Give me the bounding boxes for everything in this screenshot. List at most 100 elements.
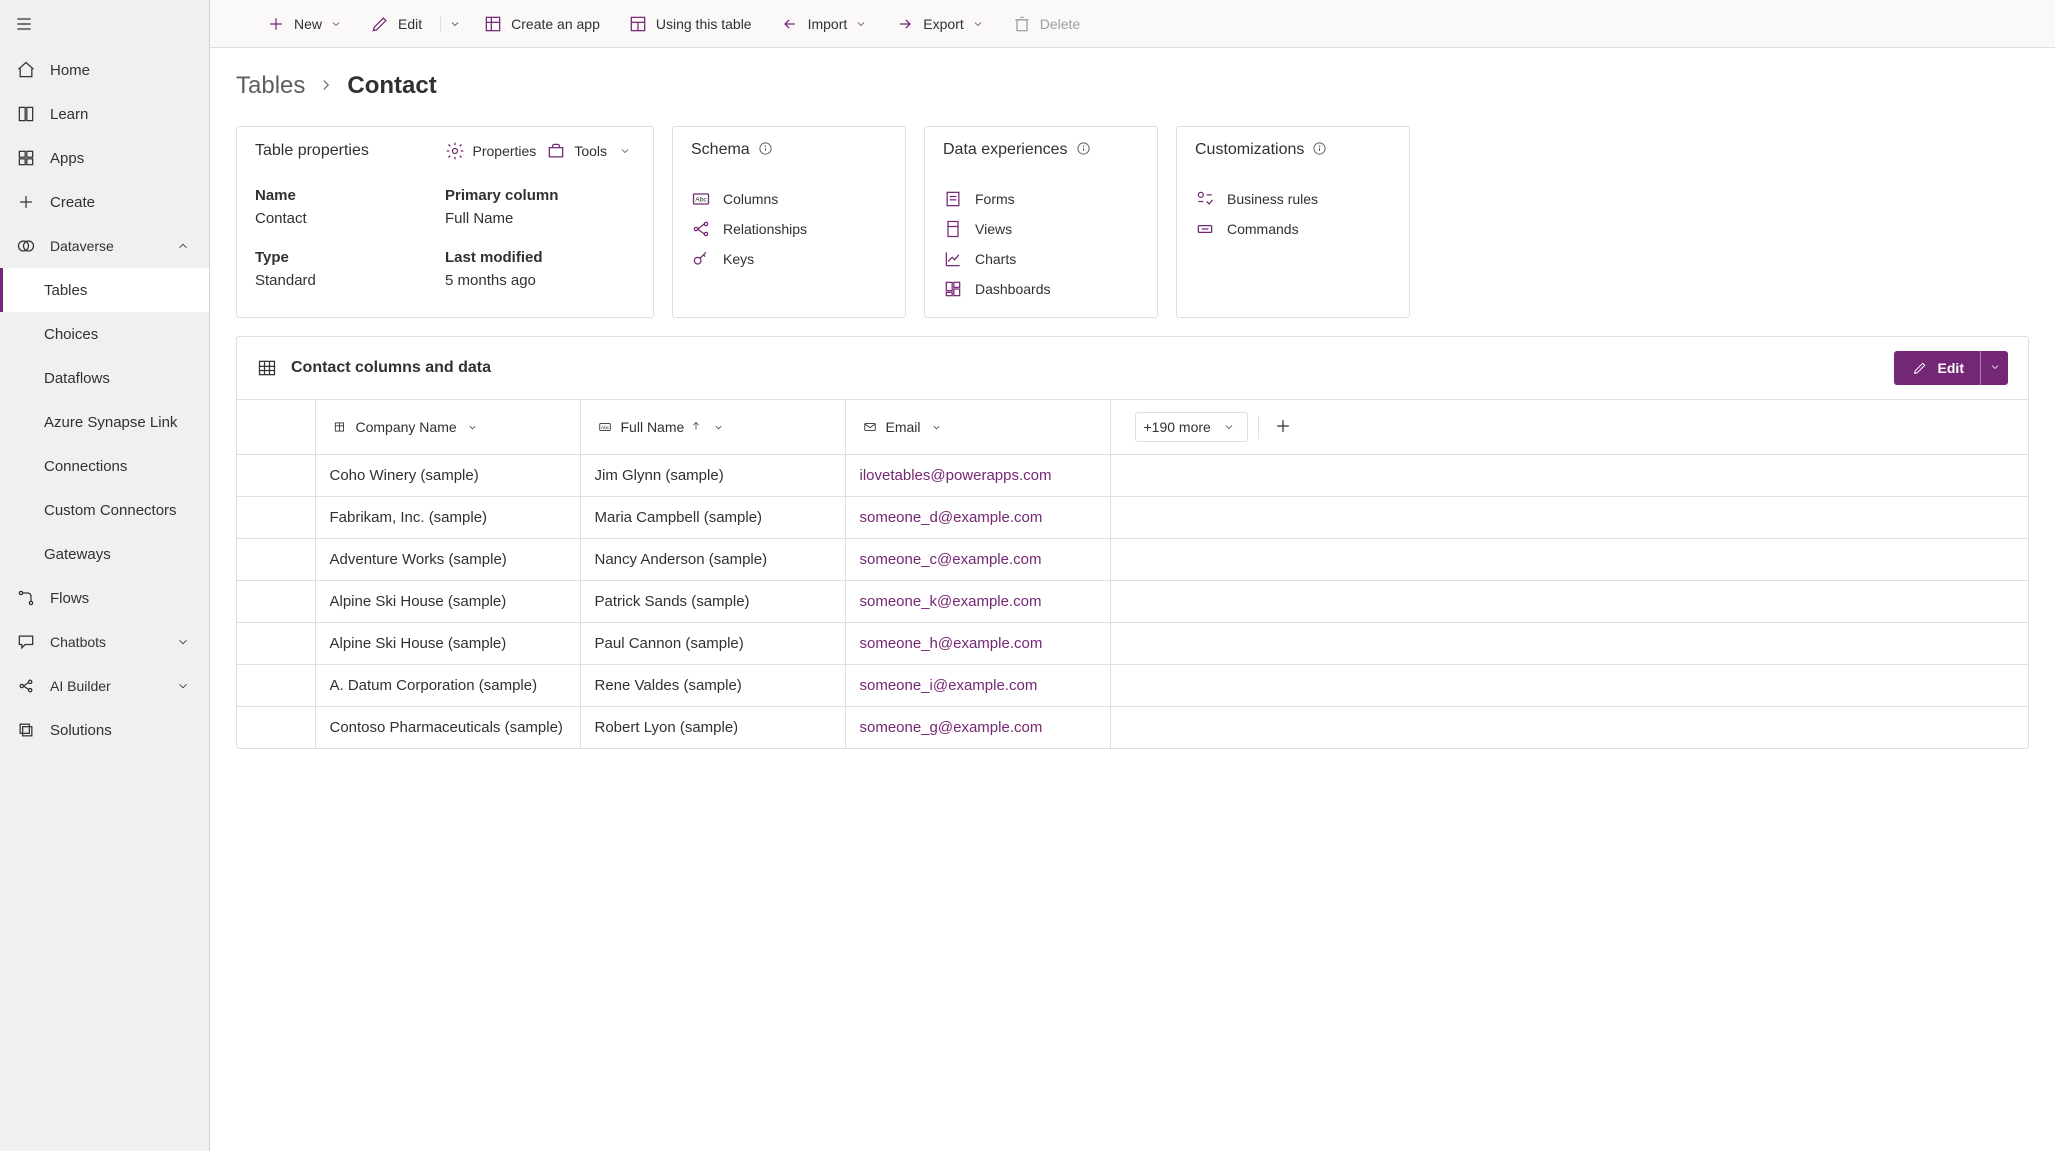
abc-icon — [595, 417, 615, 437]
cell-company[interactable]: Contoso Pharmaceuticals (sample) — [315, 707, 580, 749]
row-selector[interactable] — [237, 581, 315, 623]
email-link[interactable]: someone_c@example.com — [860, 551, 1042, 568]
cell-company[interactable]: Fabrikam, Inc. (sample) — [315, 497, 580, 539]
table-row[interactable]: Adventure Works (sample)Nancy Anderson (… — [237, 539, 2028, 581]
ai-icon — [16, 676, 36, 696]
col-header-fullname[interactable]: Full Name — [580, 400, 845, 455]
cell-company[interactable]: Alpine Ski House (sample) — [315, 581, 580, 623]
nav-create[interactable]: Create — [0, 180, 209, 224]
cmd-edit[interactable]: Edit — [358, 6, 434, 42]
cmd-edit-dropdown[interactable] — [447, 10, 467, 38]
info-icon[interactable] — [1304, 141, 1327, 159]
chevron-right-icon — [317, 76, 335, 97]
cell-fullname[interactable]: Paul Cannon (sample) — [580, 623, 845, 665]
cell-email[interactable]: someone_g@example.com — [845, 707, 1110, 749]
prop-name-label: Name — [255, 187, 445, 204]
col-header-email[interactable]: Email — [845, 400, 1110, 455]
cell-empty — [1110, 623, 2028, 665]
col-header-company[interactable]: Company Name — [315, 400, 580, 455]
nav-home[interactable]: Home — [0, 48, 209, 92]
email-link[interactable]: someone_d@example.com — [860, 509, 1043, 526]
info-icon[interactable] — [1068, 141, 1091, 159]
email-link[interactable]: someone_g@example.com — [860, 719, 1043, 736]
cmd-import[interactable]: Import — [768, 6, 880, 42]
chevron-down-icon — [463, 417, 483, 437]
link-relationships[interactable]: Relationships — [691, 219, 887, 239]
link-label: Charts — [975, 251, 1016, 267]
link-charts[interactable]: Charts — [943, 249, 1139, 269]
link-keys[interactable]: Keys — [691, 249, 887, 269]
cell-company[interactable]: Coho Winery (sample) — [315, 455, 580, 497]
breadcrumb-root[interactable]: Tables — [236, 72, 305, 100]
hamburger-button[interactable] — [0, 0, 209, 48]
table-row[interactable]: Alpine Ski House (sample)Patrick Sands (… — [237, 581, 2028, 623]
add-column-button[interactable] — [1258, 416, 1293, 439]
row-selector-header[interactable] — [237, 400, 315, 455]
edit-dropdown[interactable] — [1980, 351, 2008, 385]
action-label: Tools — [574, 143, 607, 159]
cell-company[interactable]: Alpine Ski House (sample) — [315, 623, 580, 665]
table-row[interactable]: Contoso Pharmaceuticals (sample)Robert L… — [237, 707, 2028, 749]
cell-email[interactable]: someone_c@example.com — [845, 539, 1110, 581]
nav-dataverse[interactable]: Dataverse — [0, 224, 209, 268]
cell-fullname[interactable]: Nancy Anderson (sample) — [580, 539, 845, 581]
nav-solutions[interactable]: Solutions — [0, 708, 209, 752]
cmd-create-app[interactable]: Create an app — [471, 6, 612, 42]
row-selector[interactable] — [237, 623, 315, 665]
nav-custom-connectors[interactable]: Custom Connectors — [0, 488, 209, 532]
row-selector[interactable] — [237, 539, 315, 581]
link-commands[interactable]: Commands — [1195, 219, 1391, 239]
cell-email[interactable]: someone_k@example.com — [845, 581, 1110, 623]
cell-fullname[interactable]: Patrick Sands (sample) — [580, 581, 845, 623]
table-row[interactable]: Fabrikam, Inc. (sample)Maria Campbell (s… — [237, 497, 2028, 539]
cell-email[interactable]: someone_i@example.com — [845, 665, 1110, 707]
nav-gateways[interactable]: Gateways — [0, 532, 209, 576]
nav-flows[interactable]: Flows — [0, 576, 209, 620]
nav-apps[interactable]: Apps — [0, 136, 209, 180]
action-properties[interactable]: Properties — [445, 141, 537, 161]
email-link[interactable]: someone_i@example.com — [860, 677, 1038, 694]
cell-company[interactable]: A. Datum Corporation (sample) — [315, 665, 580, 707]
email-link[interactable]: someone_h@example.com — [860, 635, 1043, 652]
link-views[interactable]: Views — [943, 219, 1139, 239]
action-tools[interactable]: Tools — [546, 141, 635, 161]
info-icon[interactable] — [750, 141, 773, 159]
row-selector[interactable] — [237, 497, 315, 539]
table-row[interactable]: A. Datum Corporation (sample)Rene Valdes… — [237, 665, 2028, 707]
nav-chatbots[interactable]: Chatbots — [0, 620, 209, 664]
nav-ai-builder[interactable]: AI Builder — [0, 664, 209, 708]
link-columns[interactable]: Columns — [691, 189, 887, 209]
link-business-rules[interactable]: Business rules — [1195, 189, 1391, 209]
cell-fullname[interactable]: Jim Glynn (sample) — [580, 455, 845, 497]
more-columns-button[interactable]: +190 more — [1135, 412, 1248, 442]
cell-company[interactable]: Adventure Works (sample) — [315, 539, 580, 581]
cell-email[interactable]: ilovetables@powerapps.com — [845, 455, 1110, 497]
cmd-new[interactable]: New — [254, 6, 354, 42]
nav-learn[interactable]: Learn — [0, 92, 209, 136]
nav-connections[interactable]: Connections — [0, 444, 209, 488]
cmd-delete: Delete — [1000, 6, 1092, 42]
nav-dataflows[interactable]: Dataflows — [0, 356, 209, 400]
nav-label: Home — [50, 62, 90, 79]
table-row[interactable]: Alpine Ski House (sample)Paul Cannon (sa… — [237, 623, 2028, 665]
nav-tables[interactable]: Tables — [0, 268, 209, 312]
email-link[interactable]: someone_k@example.com — [860, 593, 1042, 610]
col-label: Company Name — [356, 419, 457, 435]
nav-choices[interactable]: Choices — [0, 312, 209, 356]
cell-email[interactable]: someone_d@example.com — [845, 497, 1110, 539]
cmd-using-table[interactable]: Using this table — [616, 6, 764, 42]
cmd-export[interactable]: Export — [883, 6, 995, 42]
cell-email[interactable]: someone_h@example.com — [845, 623, 1110, 665]
cell-fullname[interactable]: Robert Lyon (sample) — [580, 707, 845, 749]
link-dashboards[interactable]: Dashboards — [943, 279, 1139, 299]
row-selector[interactable] — [237, 455, 315, 497]
cell-fullname[interactable]: Maria Campbell (sample) — [580, 497, 845, 539]
email-link[interactable]: ilovetables@powerapps.com — [860, 467, 1052, 484]
cell-fullname[interactable]: Rene Valdes (sample) — [580, 665, 845, 707]
row-selector[interactable] — [237, 707, 315, 749]
table-row[interactable]: Coho Winery (sample)Jim Glynn (sample) il… — [237, 455, 2028, 497]
link-forms[interactable]: Forms — [943, 189, 1139, 209]
edit-button[interactable]: Edit — [1894, 351, 1980, 385]
nav-synapse[interactable]: Azure Synapse Link — [0, 400, 209, 444]
row-selector[interactable] — [237, 665, 315, 707]
